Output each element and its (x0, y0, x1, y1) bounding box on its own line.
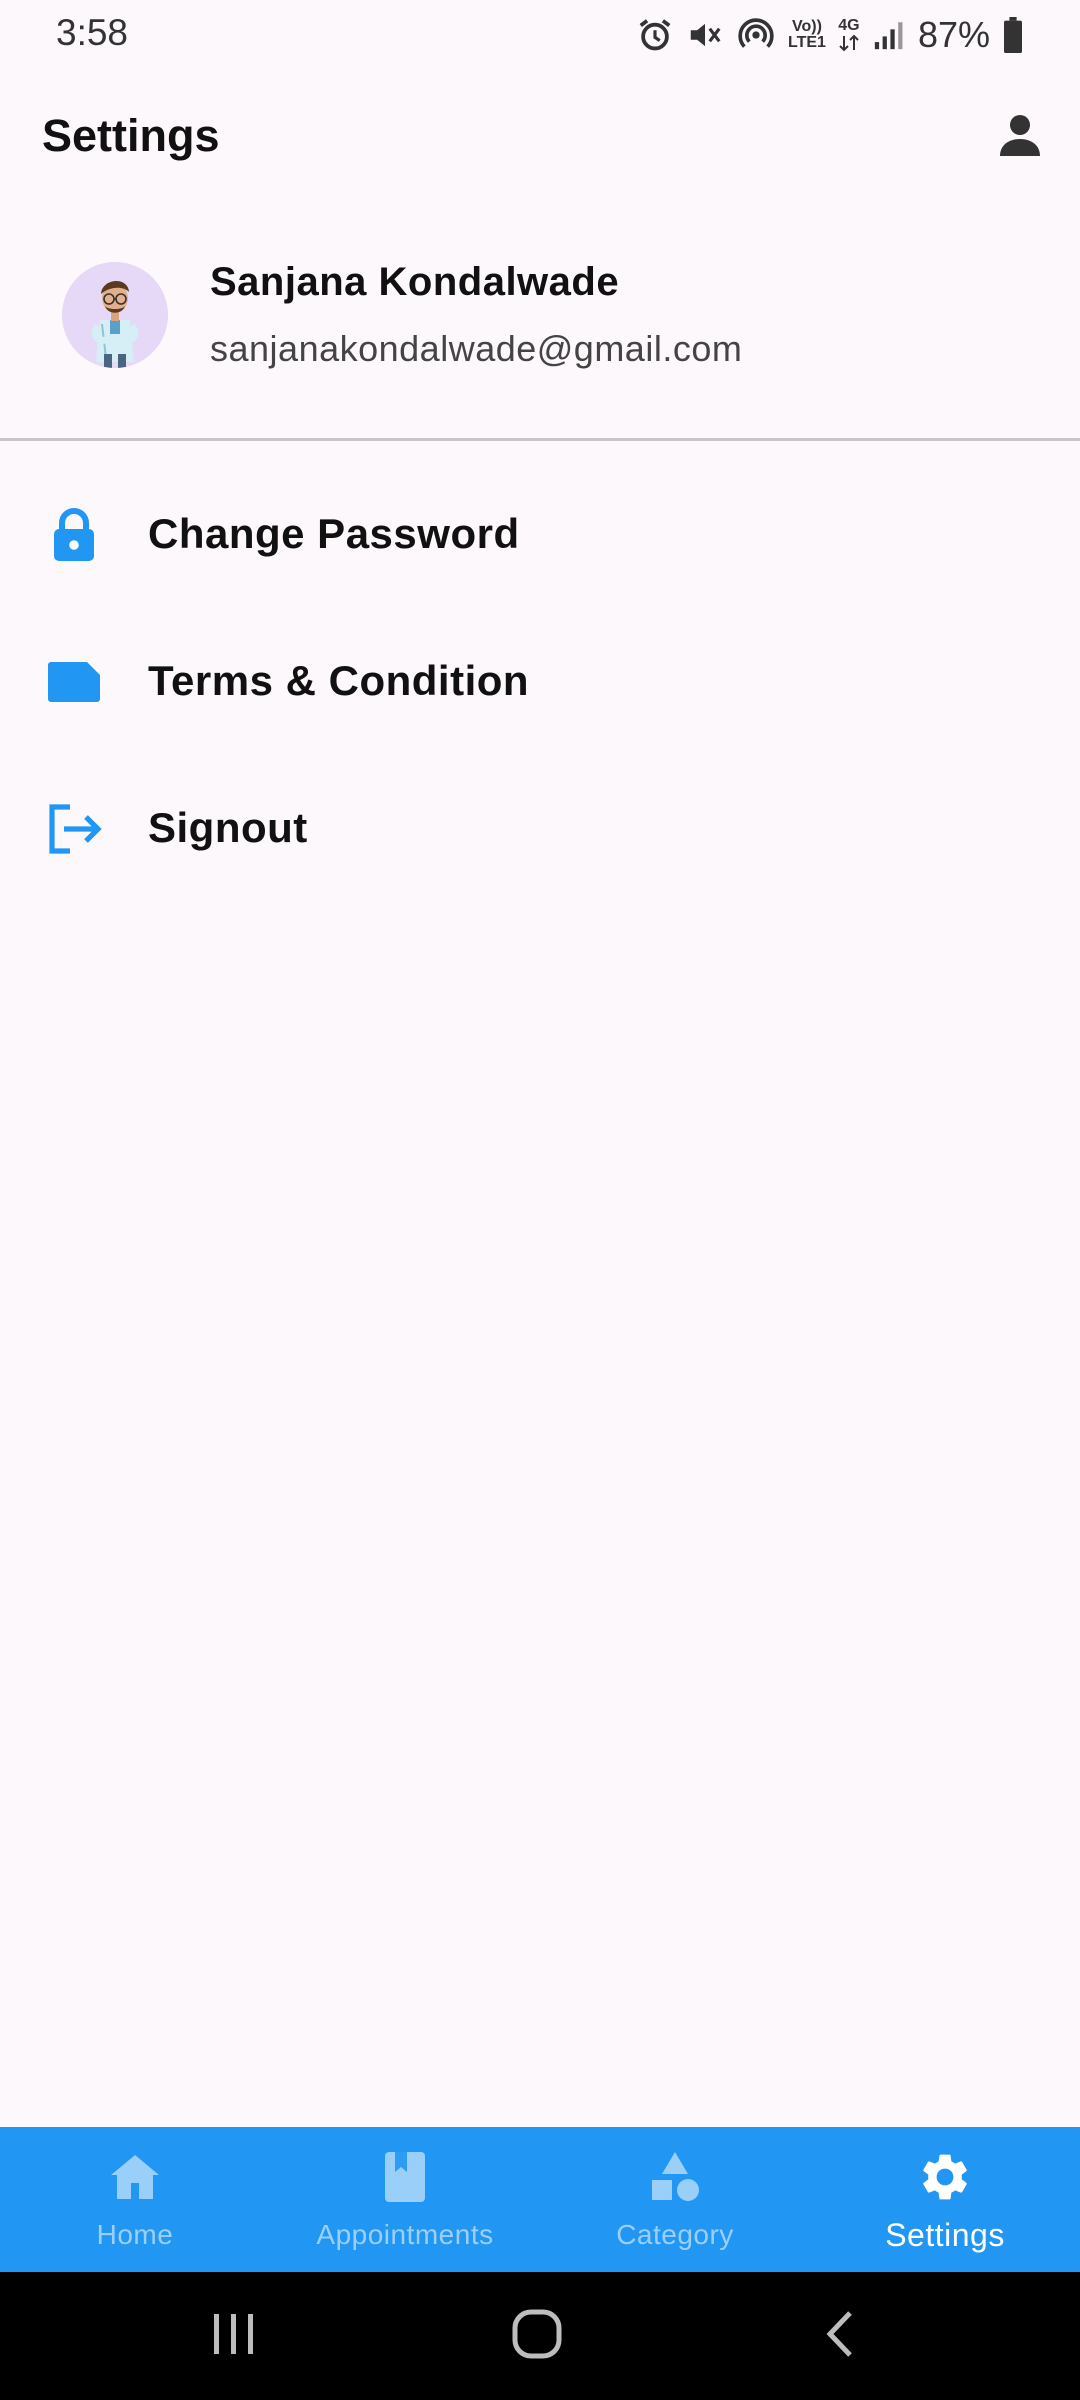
category-icon (645, 2147, 705, 2207)
recent-apps-button[interactable] (199, 2306, 269, 2366)
network-type-label: 4G (838, 17, 860, 34)
battery-percent: 87% (917, 14, 990, 55)
lte-label: LTE1 (788, 34, 826, 51)
hotspot-icon (736, 15, 776, 55)
settings-screen: 3:58 Vo)) LTE1 4G 87% Settings Sanjana K… (0, 0, 1080, 2400)
bottom-nav: Home Appointments Category Settings (0, 2127, 1080, 2272)
document-icon (44, 652, 104, 712)
signal-icon (872, 18, 906, 52)
gear-icon (915, 2147, 975, 2207)
system-nav-bar (0, 2272, 1080, 2400)
menu-item-terms[interactable]: Terms & Condition (0, 608, 1080, 755)
menu-item-signout[interactable]: Signout (0, 755, 1080, 902)
nav-item-category[interactable]: Category (540, 2127, 810, 2272)
nav-label: Category (616, 2219, 734, 2250)
app-bar: Settings (0, 80, 1080, 195)
profile-email: sanjanakondalwade@gmail.com (210, 328, 743, 369)
nav-item-appointments[interactable]: Appointments (270, 2127, 540, 2272)
4g-icon: 4G (838, 18, 860, 52)
status-icons: Vo)) LTE1 4G 87% (636, 12, 1024, 58)
profile-name: Sanjana Kondalwade (210, 260, 620, 304)
recent-apps-icon (210, 2311, 258, 2362)
menu-item-label: Change Password (148, 510, 520, 557)
mute-icon (686, 16, 724, 54)
nav-item-home[interactable]: Home (0, 2127, 270, 2272)
person-icon (996, 110, 1044, 163)
menu-item-label: Terms & Condition (148, 657, 530, 704)
menu-item-change-password[interactable]: Change Password (0, 461, 1080, 608)
logout-icon (44, 799, 104, 859)
book-icon (375, 2147, 435, 2207)
back-icon (820, 2309, 860, 2364)
doctor-avatar (62, 262, 168, 368)
volte-icon: Vo)) LTE1 (788, 19, 826, 51)
nav-label: Settings (885, 2217, 1005, 2253)
home-icon (105, 2147, 165, 2207)
profile-button[interactable] (990, 106, 1050, 166)
status-time: 3:58 (56, 12, 129, 53)
divider (0, 438, 1080, 441)
profile-header: Sanjana Kondalwade sanjanakondalwade@gma… (0, 220, 1080, 440)
nav-item-settings[interactable]: Settings (810, 2127, 1080, 2272)
menu-item-label: Signout (148, 804, 308, 851)
settings-menu: Change Password Terms & Condition Signou… (0, 461, 1080, 902)
avatar (62, 262, 168, 368)
lock-icon (44, 505, 104, 565)
volte-label: Vo)) (792, 18, 822, 35)
battery-icon (1002, 17, 1024, 53)
nav-label: Appointments (316, 2219, 494, 2250)
alarm-icon (636, 16, 674, 54)
page-title: Settings (42, 110, 220, 161)
home-circle-icon (511, 2308, 563, 2365)
nav-label: Home (96, 2219, 174, 2250)
back-button[interactable] (805, 2306, 875, 2366)
home-system-button[interactable] (502, 2306, 572, 2366)
status-bar: 3:58 Vo)) LTE1 4G 87% (0, 0, 1080, 70)
